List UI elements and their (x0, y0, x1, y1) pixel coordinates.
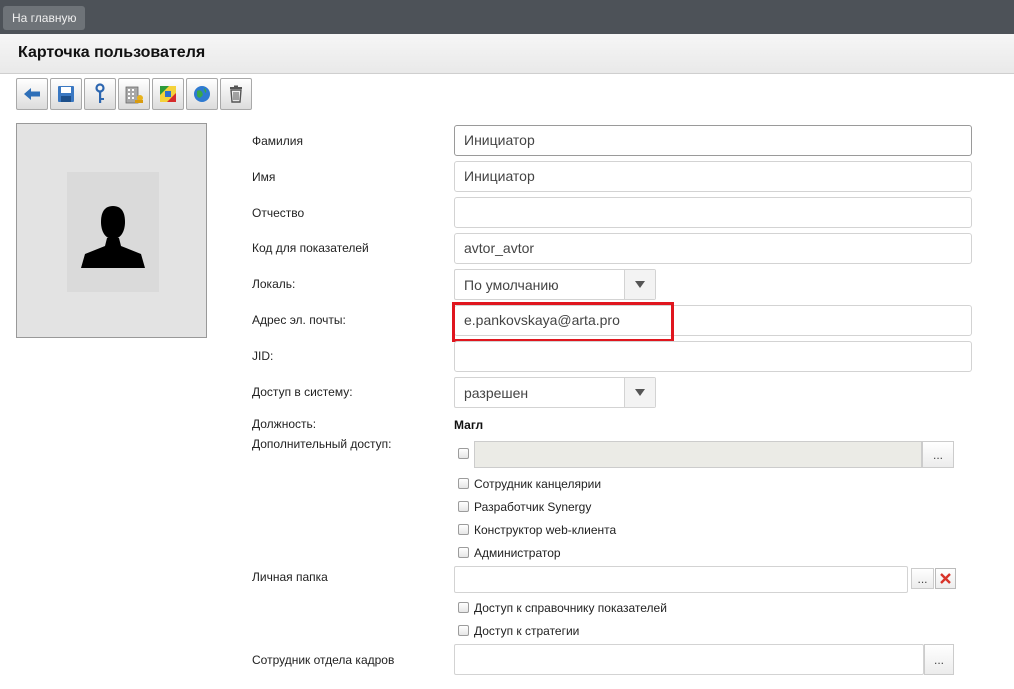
email-label: Адрес эл. почты: (252, 313, 346, 327)
photo-placeholder (67, 172, 159, 292)
save-icon (58, 86, 74, 102)
personal-folder-clear-button[interactable] (935, 568, 956, 589)
user-silhouette-icon (81, 206, 145, 268)
strategy-label: Доступ к стратегии (474, 624, 580, 638)
save-button[interactable] (50, 78, 82, 110)
key-icon (95, 83, 105, 103)
admin-checkbox[interactable] (458, 547, 469, 558)
patronymic-input[interactable] (454, 197, 972, 228)
indicator-code-input[interactable]: avtor_avtor (454, 233, 972, 264)
close-icon (940, 573, 951, 584)
firstname-label: Имя (252, 170, 276, 184)
department-button[interactable] (118, 78, 150, 110)
jid-input[interactable] (454, 341, 972, 372)
locale-value: По умолчанию (464, 277, 559, 293)
strategy-checkbox[interactable] (458, 625, 469, 636)
access-value: разрешен (464, 385, 529, 401)
back-button[interactable] (16, 78, 48, 110)
indicators-dict-checkbox[interactable] (458, 602, 469, 613)
locale-label: Локаль: (252, 277, 296, 291)
extra-access-checkbox[interactable] (458, 448, 469, 459)
globe-button[interactable] (186, 78, 218, 110)
locale-select[interactable]: По умолчанию (454, 269, 656, 300)
lastname-input[interactable]: Инициатор (454, 125, 972, 156)
extra-access-label: Дополнительный доступ: (252, 437, 392, 451)
toolbar (16, 78, 254, 110)
password-button[interactable] (84, 78, 116, 110)
email-highlight-box (452, 302, 674, 342)
top-bar: На главную (0, 0, 1014, 34)
personal-folder-input[interactable] (454, 566, 908, 593)
locale-dropdown-arrow[interactable] (624, 270, 655, 299)
access-dropdown-arrow[interactable] (624, 378, 655, 407)
position-label: Должность: (252, 417, 317, 431)
page-title: Карточка пользователя (18, 44, 206, 61)
hr-employee-input[interactable] (454, 644, 924, 675)
sync-button[interactable] (152, 78, 184, 110)
patronymic-label: Отчество (252, 206, 305, 220)
globe-icon (194, 86, 210, 102)
access-label: Доступ в систему: (252, 385, 353, 399)
page-header: Карточка пользователя (0, 34, 1014, 74)
extra-access-browse-button[interactable]: ... (922, 441, 954, 468)
trash-icon (230, 85, 242, 103)
clerk-checkbox[interactable] (458, 478, 469, 489)
jid-label: JID: (252, 349, 274, 363)
hr-employee-browse-button[interactable]: ... (924, 644, 954, 675)
sync-icon (160, 86, 176, 102)
developer-label: Разработчик Synergy (474, 500, 592, 514)
developer-checkbox[interactable] (458, 501, 469, 512)
admin-label: Администратор (474, 546, 561, 560)
clerk-label: Сотрудник канцелярии (474, 477, 602, 491)
back-icon (24, 88, 40, 100)
building-icon (125, 86, 143, 104)
access-select[interactable]: разрешен (454, 377, 656, 408)
chevron-down-icon (635, 389, 645, 396)
web-constructor-label: Конструктор web-клиента (474, 523, 617, 537)
personal-folder-label: Личная папка (252, 570, 328, 584)
personal-folder-browse-button[interactable]: ... (911, 568, 934, 589)
chevron-down-icon (635, 281, 645, 288)
lastname-label: Фамилия (252, 134, 303, 148)
firstname-input[interactable]: Инициатор (454, 161, 972, 192)
user-photo[interactable] (16, 123, 207, 338)
position-value: Магл (454, 418, 484, 432)
delete-button[interactable] (220, 78, 252, 110)
extra-access-input (474, 441, 922, 468)
hr-employee-label: Сотрудник отдела кадров (252, 653, 395, 667)
indicator-code-label: Код для показателей (252, 241, 369, 255)
indicators-dict-label: Доступ к справочнику показателей (474, 601, 667, 615)
home-button[interactable]: На главную (3, 6, 86, 30)
web-constructor-checkbox[interactable] (458, 524, 469, 535)
